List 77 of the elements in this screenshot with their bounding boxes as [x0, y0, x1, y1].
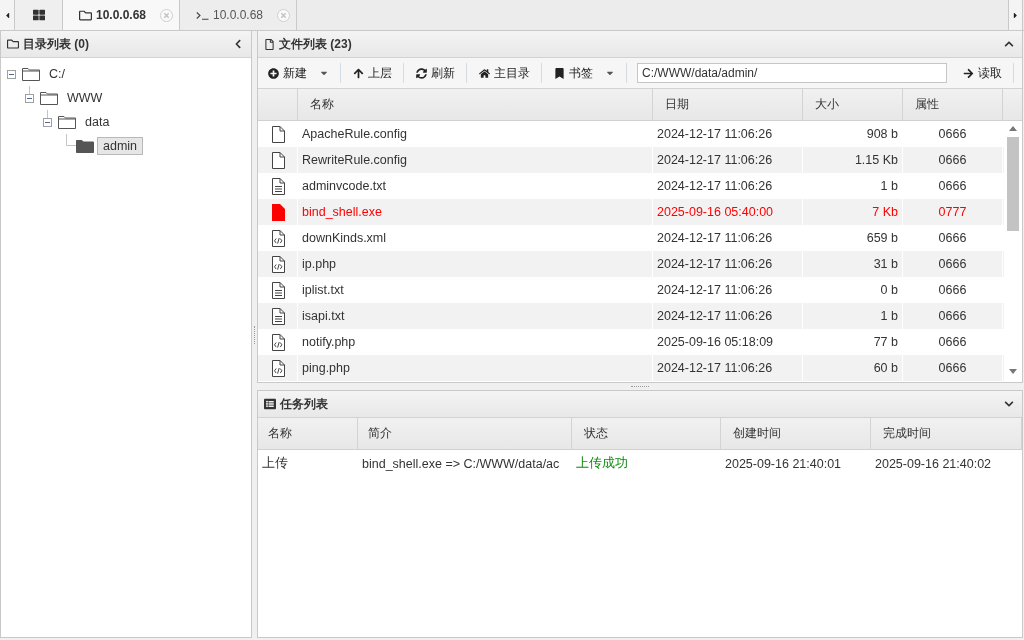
minus-box-icon[interactable]	[25, 93, 34, 103]
scroll-up-icon[interactable]	[1009, 126, 1017, 131]
chevron-left-icon[interactable]	[233, 39, 243, 49]
table-cell-text: 2025-09-16 21:40:01	[724, 455, 843, 473]
tree-line	[47, 110, 48, 118]
folder-icon	[58, 115, 76, 129]
grid-icon	[32, 9, 45, 21]
file-row[interactable]: RewriteRule.config 2024-12-17 11:06:26 1.15 Kb 0666	[258, 147, 1004, 173]
table-cell-text: 上传	[261, 455, 289, 472]
toolbar-button[interactable]: 书签	[542, 61, 626, 85]
panel-title: 文件列表 (23)	[279, 35, 352, 53]
panel-title: 任务列表	[280, 395, 328, 413]
arrow-up-icon	[353, 67, 364, 79]
blank-file-icon	[270, 151, 285, 169]
minus-box-icon[interactable]	[7, 69, 16, 79]
toolbar-button[interactable]: 上层	[341, 61, 403, 85]
column-header[interactable]: 简介	[358, 418, 572, 449]
column-header[interactable]: 大小	[803, 89, 903, 120]
tab[interactable]: 10.0.0.68	[63, 0, 180, 30]
status-cell-text: 上传成功	[575, 455, 629, 472]
folder-icon	[76, 139, 94, 153]
chevron-up-icon[interactable]	[1004, 39, 1014, 49]
text-file-icon	[270, 177, 285, 195]
path-field[interactable]: C:/WWW/data/admin/	[637, 63, 947, 83]
column-header[interactable]: 名称	[258, 418, 358, 449]
folder-icon	[79, 8, 92, 22]
column-header[interactable]: 日期	[653, 89, 803, 120]
folder-icon	[40, 91, 58, 105]
tree-item[interactable]: data	[79, 113, 116, 131]
code-file-icon	[270, 359, 285, 377]
folder-icon	[22, 67, 40, 81]
home-icon	[479, 67, 490, 79]
code-file-icon	[270, 333, 285, 351]
code-file-icon	[270, 255, 285, 273]
panel-title: 目录列表 (0)	[23, 35, 89, 53]
toolbar-button[interactable]: 刷新	[404, 61, 466, 85]
text-file-icon	[270, 281, 285, 299]
file-row[interactable]: isapi.txt 2024-12-17 11:06:26 1 b 0666	[258, 303, 1004, 329]
column-header[interactable]: 完成时间	[871, 418, 1022, 449]
file-row[interactable]: ping.php 2024-12-17 11:06:26 60 b 0666	[258, 355, 1004, 381]
column-header[interactable]: 创建时间	[721, 418, 871, 449]
read-button[interactable]: 读取	[951, 61, 1013, 85]
tree-item[interactable]: admin	[97, 137, 144, 155]
blank-file-icon	[270, 125, 285, 143]
arrow-right-icon	[963, 67, 974, 79]
table-cell-text: bind_shell.exe => C:/WWW/data/ac	[361, 455, 561, 473]
text-file-icon	[270, 307, 285, 325]
code-file-icon	[270, 229, 285, 247]
table-cell: 0666	[903, 355, 1003, 381]
bookmark-icon	[554, 67, 565, 79]
terminal-icon	[196, 10, 209, 20]
folder-icon	[7, 38, 19, 50]
column-header[interactable]: 名称	[298, 89, 653, 120]
file-row[interactable]: bind_shell.exe 2025-09-16 05:40:00 7 Kb 0777	[258, 199, 1004, 225]
splitter-handle[interactable]	[631, 386, 649, 387]
chevron-down-icon[interactable]	[1004, 399, 1014, 409]
toolbar-button[interactable]: 主目录	[467, 61, 541, 85]
table-cell: 60 b	[803, 355, 903, 381]
table-cell: 2024-12-17 11:06:26	[653, 355, 803, 381]
tree-item[interactable]: WWW	[61, 89, 109, 107]
table-cell-text: 2025-09-16 21:40:02	[874, 455, 993, 473]
refresh-icon	[416, 67, 427, 79]
tree-line	[29, 86, 30, 94]
table-cell: ping.php	[298, 355, 653, 381]
file-row[interactable]: ip.php 2024-12-17 11:06:26 31 b 0666	[258, 251, 1004, 277]
toolbar-button[interactable]: 新建	[258, 61, 340, 85]
scrollbar-thumb[interactable]	[1007, 137, 1019, 231]
scroll-down-icon[interactable]	[1009, 369, 1017, 374]
filled-file-icon	[270, 203, 285, 221]
splitter-handle[interactable]	[254, 325, 255, 344]
column-header[interactable]: 属性	[903, 89, 1003, 120]
caret-right-icon	[1011, 10, 1020, 20]
file-icon	[264, 38, 275, 50]
column-header[interactable]: 状态	[572, 418, 721, 449]
tree-item[interactable]: C:/	[43, 65, 71, 83]
minus-box-icon[interactable]	[43, 117, 52, 127]
list-icon	[264, 398, 276, 410]
